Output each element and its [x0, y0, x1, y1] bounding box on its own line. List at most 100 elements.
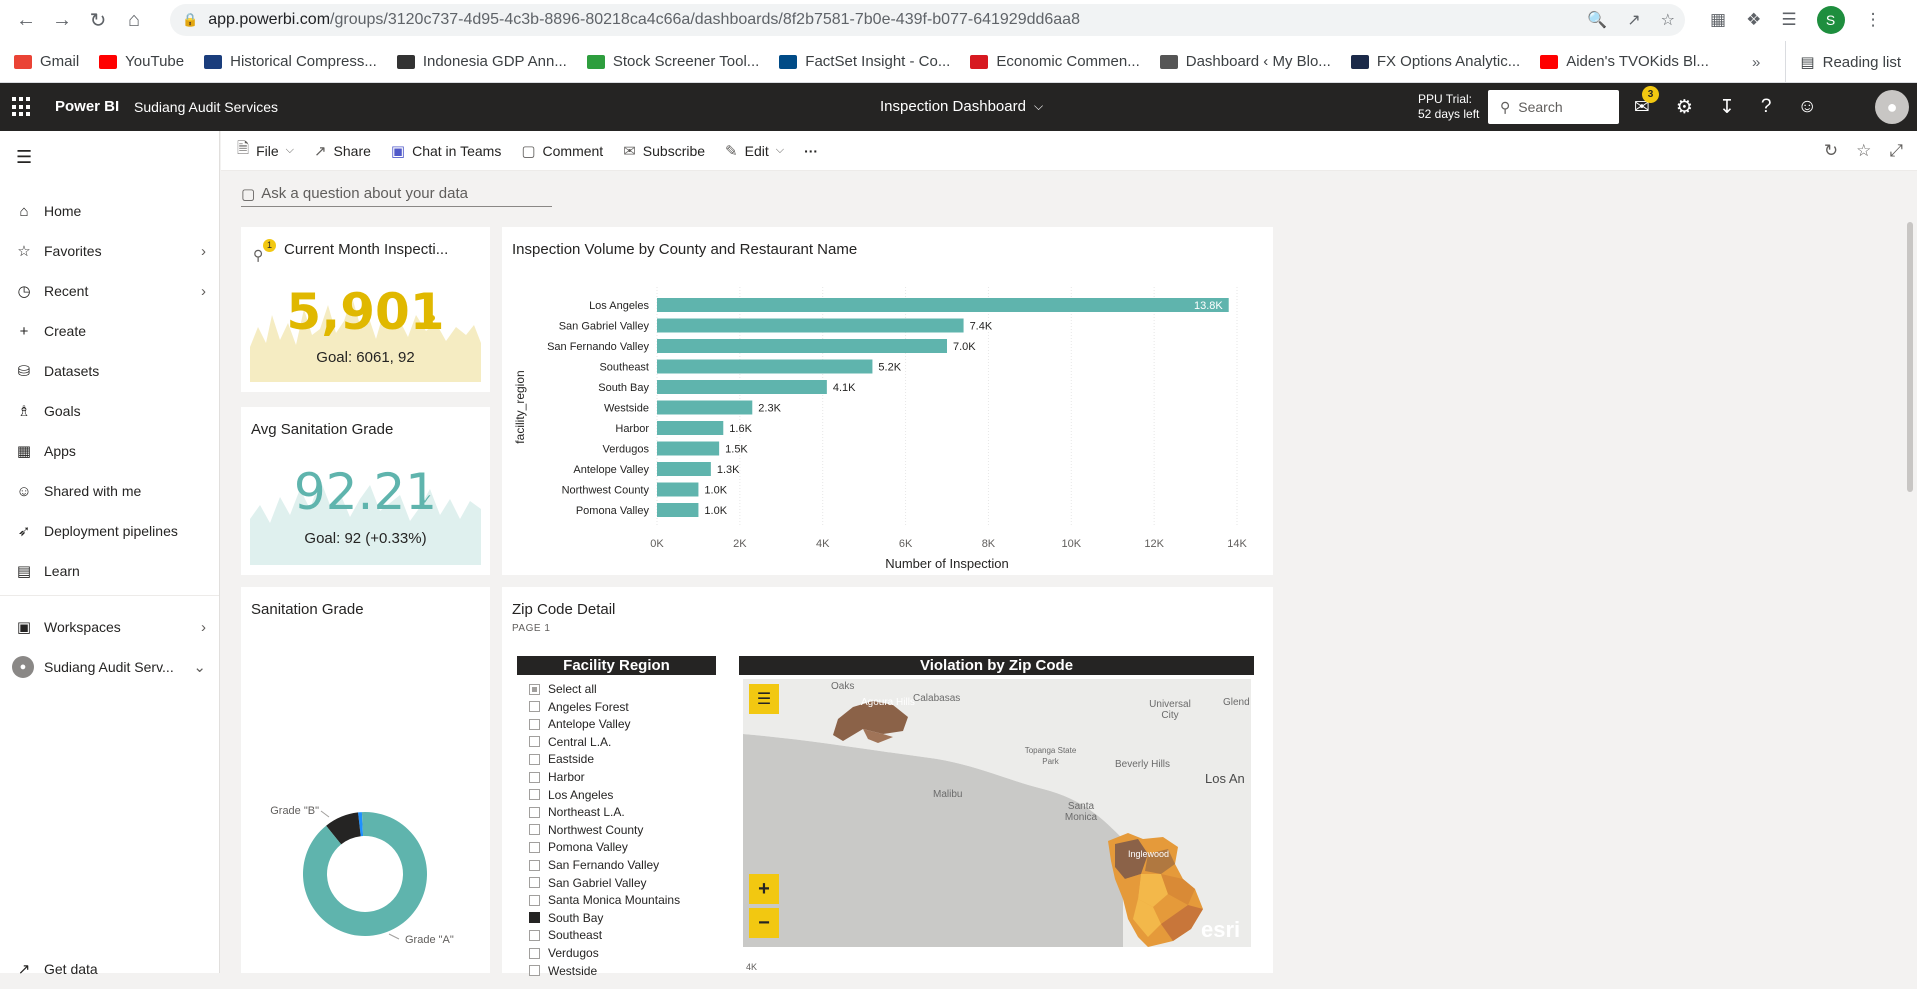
dashboard-title-dropdown[interactable]: Inspection Dashboard ⌵ — [880, 98, 1043, 115]
chat-in-teams-button[interactable]: ▣ Chat in Teams — [391, 142, 501, 160]
sidebar-item-goals[interactable]: ♗ Goals — [0, 391, 220, 431]
slicer-option[interactable]: South Bay — [529, 911, 603, 925]
media-queue-icon[interactable]: ☰ — [1781, 10, 1796, 30]
sidebar-item-sudiang-audit-serv[interactable]: ● Sudiang Audit Serv... ⌄ — [0, 647, 220, 687]
sidebar-item-shared-with-me[interactable]: ☺ Shared with me — [0, 471, 220, 511]
back-arrow-icon[interactable]: ← — [8, 3, 44, 39]
app-launcher-icon[interactable] — [12, 97, 32, 117]
download-icon[interactable]: ↧ — [1719, 96, 1735, 119]
sidebar-item-datasets[interactable]: ⛁ Datasets — [0, 351, 220, 391]
search-box[interactable]: ⚲ Search — [1488, 90, 1619, 124]
slicer-option[interactable]: Central L.A. — [529, 735, 611, 749]
settings-gear-icon[interactable]: ⚙ — [1676, 96, 1693, 119]
bookmarks-overflow-icon[interactable]: » — [1752, 41, 1760, 83]
slicer-option[interactable]: San Gabriel Valley — [529, 876, 647, 890]
checkbox[interactable] — [529, 683, 540, 695]
bookmark-item[interactable]: Aiden's TVOKids Bl... — [1540, 53, 1709, 70]
bookmark-item[interactable]: Gmail — [14, 53, 79, 70]
refresh-icon[interactable]: ↻ — [1824, 141, 1838, 161]
checkbox[interactable] — [529, 841, 540, 853]
sidebar-item-recent[interactable]: ◷ Recent › — [0, 271, 220, 311]
bookmark-item[interactable]: Historical Compress... — [204, 53, 377, 70]
violation-map[interactable]: Oaks Agoura Hills Calabasas Universal Ci… — [743, 679, 1251, 947]
sidebar-item-home[interactable]: ⌂ Home — [0, 191, 220, 231]
checkbox[interactable] — [529, 806, 540, 818]
extensions-icon[interactable]: ❖ — [1746, 10, 1761, 30]
address-bar[interactable]: 🔒 app.powerbi.com/groups/3120c737-4d95-4… — [170, 4, 1685, 36]
extension-puzzle-icon[interactable]: ▦ — [1710, 10, 1726, 30]
checkbox[interactable] — [529, 753, 540, 765]
slicer-option[interactable]: Select all — [529, 682, 597, 696]
hamburger-menu-icon[interactable]: ☰ — [16, 147, 32, 168]
bookmark-item[interactable]: FX Options Analytic... — [1350, 53, 1520, 70]
slicer-option[interactable]: Santa Monica Mountains — [529, 893, 680, 907]
bookmark-item[interactable]: Dashboard ‹ My Blo... — [1159, 53, 1331, 70]
sidebar-item-apps[interactable]: ▦ Apps — [0, 431, 220, 471]
fullscreen-icon[interactable]: ⤢ — [1889, 141, 1903, 161]
slicer-option[interactable]: Verdugos — [529, 946, 599, 960]
zoom-in-icon[interactable]: + — [749, 874, 779, 904]
help-icon[interactable]: ? — [1761, 96, 1772, 118]
slicer-option[interactable]: Westside — [529, 964, 597, 978]
tile-sanitation-grade[interactable]: Sanitation Grade Grade "B" Grade "A" — [241, 587, 490, 973]
comment-button[interactable]: ▢ Comment — [521, 142, 603, 160]
home-icon[interactable]: ⌂ — [116, 3, 152, 39]
more-options-button[interactable]: ··· — [804, 143, 818, 159]
slicer-option[interactable]: Angeles Forest — [529, 700, 629, 714]
checkbox[interactable] — [529, 965, 540, 977]
bookmark-item[interactable]: FactSet Insight - Co... — [779, 53, 950, 70]
tile-avg-sanitation-grade[interactable]: Avg Sanitation Grade 92.21 ✓ Goal: 92 (+… — [241, 407, 490, 575]
checkbox[interactable] — [529, 912, 540, 924]
share-page-icon[interactable]: ↗ — [1627, 10, 1640, 30]
slicer-option[interactable]: Northwest County — [529, 823, 643, 837]
checkbox[interactable] — [529, 736, 540, 748]
share-button[interactable]: ↗ Share — [314, 142, 371, 160]
sidebar-item-deployment-pipelines[interactable]: ➶ Deployment pipelines — [0, 511, 220, 551]
slicer-option[interactable]: Northeast L.A. — [529, 805, 625, 819]
checkbox[interactable] — [529, 824, 540, 836]
file-menu[interactable]: 🗎 File ⌵ — [237, 138, 294, 163]
checkbox[interactable] — [529, 947, 540, 959]
profile-avatar[interactable]: S — [1816, 6, 1845, 34]
qa-input[interactable]: ▢ Ask a question about your data — [241, 181, 552, 207]
bookmark-item[interactable]: YouTube — [99, 53, 184, 70]
sidebar-item-workspaces[interactable]: ▣ Workspaces › — [0, 607, 220, 647]
zoom-out-icon[interactable]: − — [749, 908, 779, 938]
page-scrollbar[interactable] — [1907, 222, 1913, 492]
sidebar-item-learn[interactable]: ▤ Learn — [0, 551, 220, 591]
checkbox[interactable] — [529, 877, 540, 889]
bookmark-item[interactable]: Stock Screener Tool... — [586, 53, 759, 70]
reading-list-button[interactable]: ▤ Reading list — [1785, 41, 1901, 83]
checkbox[interactable] — [529, 701, 540, 713]
bookmark-item[interactable]: Indonesia GDP Ann... — [396, 53, 567, 70]
tile-current-month-inspections[interactable]: ⚲ 1 Current Month Inspecti... 5,901 Goal… — [241, 227, 490, 392]
sidebar-item-favorites[interactable]: ☆ Favorites › — [0, 231, 220, 271]
checkbox[interactable] — [529, 789, 540, 801]
sidebar-item-create[interactable]: + Create — [0, 311, 220, 351]
slicer-option[interactable]: Southeast — [529, 928, 602, 942]
slicer-option[interactable]: Harbor — [529, 770, 585, 784]
checkbox[interactable] — [529, 859, 540, 871]
favorite-star-icon[interactable]: ☆ — [1856, 141, 1871, 161]
subscribe-button[interactable]: ✉ Subscribe — [623, 142, 705, 160]
slicer-option[interactable]: Los Angeles — [529, 788, 613, 802]
edit-menu[interactable]: ✎ Edit ⌵ — [725, 142, 784, 160]
bookmark-item[interactable]: Economic Commen... — [970, 53, 1140, 70]
checkbox[interactable] — [529, 894, 540, 906]
slicer-option[interactable]: San Fernando Valley — [529, 858, 659, 872]
checkbox[interactable] — [529, 929, 540, 941]
get-data-button[interactable]: ↗ Get data — [0, 949, 220, 989]
browser-menu-icon[interactable]: ⋮ — [1865, 10, 1882, 30]
reload-icon[interactable]: ↻ — [80, 3, 116, 39]
notifications-bell-icon[interactable]: ✉ 3 — [1634, 85, 1659, 119]
tile-inspection-volume[interactable]: Inspection Volume by County and Restaura… — [502, 227, 1273, 575]
checkbox[interactable] — [529, 718, 540, 730]
map-menu-icon[interactable]: ☰ — [749, 684, 779, 714]
slicer-option[interactable]: Pomona Valley — [529, 840, 628, 854]
slicer-option[interactable]: Antelope Valley — [529, 717, 631, 731]
feedback-smiley-icon[interactable]: ☺ — [1797, 96, 1816, 118]
slicer-option[interactable]: Eastside — [529, 752, 594, 766]
account-avatar-icon[interactable]: ● — [1875, 90, 1909, 124]
bookmark-star-icon[interactable]: ☆ — [1661, 10, 1675, 30]
forward-arrow-icon[interactable]: → — [44, 3, 80, 39]
